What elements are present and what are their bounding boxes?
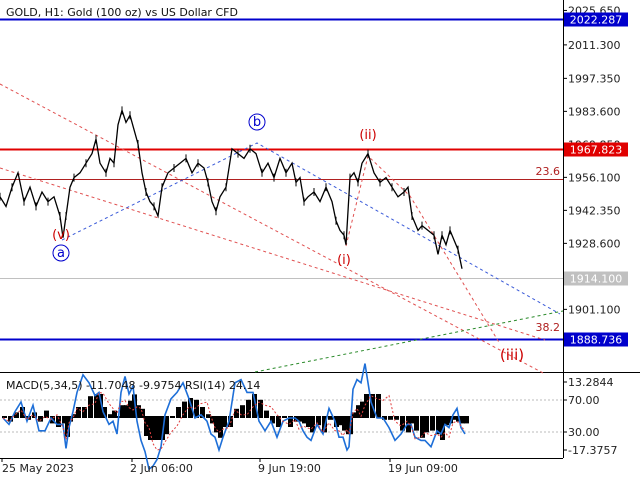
macd-bar-49 bbox=[246, 399, 251, 418]
wave-label-0: a bbox=[57, 246, 65, 261]
macd-bar-6 bbox=[38, 416, 43, 422]
x-tick-label-0: 25 May 2023 bbox=[2, 462, 74, 475]
level-tag-1: 1967.823 bbox=[570, 144, 623, 157]
ind-tick-label-2: 30.00 bbox=[568, 426, 600, 439]
x-tick-label-3: 19 Jun 09:00 bbox=[388, 462, 458, 475]
macd-bar-36 bbox=[176, 407, 181, 418]
fibo-label-0: 23.6 bbox=[536, 165, 561, 178]
macd-bar-37 bbox=[182, 401, 187, 418]
y-tick-label-5: 1956.100 bbox=[568, 171, 621, 184]
macd-bar-75 bbox=[376, 394, 381, 418]
wave-label-3: (ii) bbox=[359, 128, 376, 143]
y-tick-label-6: 1942.350 bbox=[568, 204, 621, 217]
macd-bar-52 bbox=[264, 410, 269, 418]
y-tick-label-1: 2011.300 bbox=[568, 39, 621, 52]
macd-bar-16 bbox=[88, 396, 93, 418]
level-tag-3: 1914.100 bbox=[570, 273, 623, 286]
macd-bar-48 bbox=[240, 405, 245, 418]
level-tag-0: 2022.287 bbox=[570, 14, 623, 27]
macd-bar-85 bbox=[430, 416, 435, 431]
indicator-title: MACD(5,34,5) -11.7048 -9.9754 RSI(14) 24… bbox=[6, 379, 260, 392]
chart-title: GOLD, H1: Gold (100 oz) vs US Dollar CFD bbox=[6, 6, 238, 19]
x-tick-label-2: 9 Jun 19:00 bbox=[258, 462, 321, 475]
level-tag-2: 1888.736 bbox=[570, 334, 623, 347]
macd-bar-93 bbox=[464, 416, 469, 424]
y-tick-label-9: 1901.100 bbox=[568, 303, 621, 316]
x-tick-label-1: 2 Jun 06:00 bbox=[130, 462, 193, 475]
macd-bar-55 bbox=[282, 416, 287, 418]
wave-label-4: (i) bbox=[337, 253, 351, 268]
ind-tick-label-3: -17.3757 bbox=[568, 444, 617, 457]
macd-bar-35 bbox=[170, 416, 175, 418]
wave-label-1: (v) bbox=[52, 228, 70, 243]
ind-tick-label-1: 70.00 bbox=[568, 394, 600, 407]
wave-label-5: (iii) bbox=[500, 346, 524, 364]
ind-tick-label-0: 13.2844 bbox=[568, 376, 614, 389]
y-tick-label-7: 1928.600 bbox=[568, 237, 621, 250]
y-tick-label-2: 1997.350 bbox=[568, 72, 621, 85]
wave-label-2: b bbox=[253, 115, 261, 130]
macd-bar-82 bbox=[414, 416, 419, 431]
macd-bar-73 bbox=[364, 394, 369, 418]
macd-bar-0 bbox=[2, 416, 7, 418]
y-tick-label-3: 1983.600 bbox=[568, 105, 621, 118]
macd-bar-84 bbox=[424, 416, 429, 433]
chart-window: a (v) b (ii) (i) (iii) 23.6 38.2 2025.650 2011.… bbox=[0, 0, 640, 480]
macd-bar-45 bbox=[222, 416, 227, 427]
fibo-label-1: 38.2 bbox=[536, 321, 561, 334]
macd-bar-77 bbox=[388, 416, 393, 420]
price-chart: a(v)b(ii)(i)(iii) 23.638.2 2025.6502011.… bbox=[0, 0, 640, 480]
